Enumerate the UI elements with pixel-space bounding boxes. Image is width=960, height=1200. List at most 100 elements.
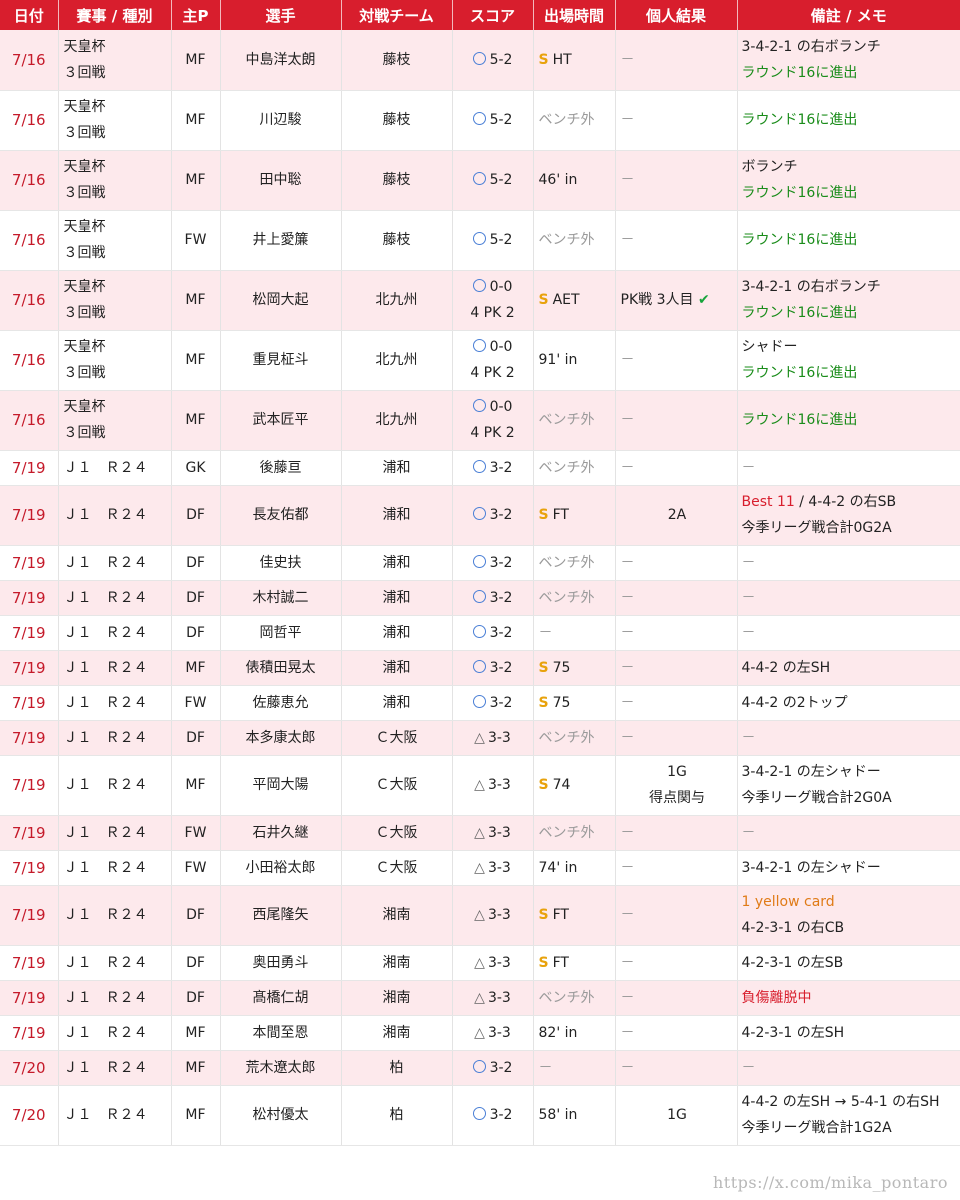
starter-badge: S bbox=[538, 292, 549, 308]
competition-line: 天皇杯 bbox=[63, 99, 106, 115]
memo-cell: ラウンド16に進出 bbox=[737, 390, 960, 451]
competition-cell: 天皇杯 ３回戦 bbox=[58, 270, 172, 331]
position-cell: MF bbox=[171, 650, 221, 686]
column-header: 備註 / メモ bbox=[737, 0, 960, 30]
score-value: 3-2 bbox=[489, 659, 513, 676]
player-cell: 平岡大陽 bbox=[220, 755, 342, 816]
memo-text: 4-4-2 の左SH → 5-4-1 の右SH bbox=[741, 1094, 940, 1110]
date-cell: 7/16 bbox=[0, 210, 59, 271]
memo-line: 今季リーグ戦合計1G2A bbox=[742, 1115, 958, 1141]
memo-line: 今季リーグ戦合計0G2A bbox=[742, 515, 958, 541]
column-header: 出場時間 bbox=[533, 0, 616, 30]
individual-result-line: － bbox=[620, 907, 635, 923]
memo-line: 4-4-2 の2トップ bbox=[742, 690, 958, 716]
table-row: 7/20 Ｊ１ Ｒ２４ MF 松村優太柏 3-2 58' in 1G 4-4-2 の左SH →… bbox=[0, 1085, 960, 1146]
score-cell: △ 3-3 bbox=[452, 720, 534, 756]
player-cell: 小田裕太郎 bbox=[220, 850, 342, 886]
competition-cell: Ｊ１ Ｒ２４ bbox=[58, 945, 172, 981]
score-cell: △ 3-3 bbox=[452, 755, 534, 816]
playing-time-cell: 74' in bbox=[533, 850, 616, 886]
column-header: 対戦チーム bbox=[341, 0, 453, 30]
playing-time-cell: S FT bbox=[533, 885, 616, 946]
individual-result-cell: － bbox=[615, 850, 738, 886]
table-row: 7/19 Ｊ１ Ｒ２４ DF 佳史扶 浦和 3-2 ベンチ外 － － bbox=[0, 545, 960, 581]
table-row: 7/19 Ｊ１ Ｒ２４ DF 髙橋仁胡 湘南 △ 3-3 ベンチ外－負傷離脱中 bbox=[0, 980, 960, 1016]
win-circle-icon bbox=[472, 339, 486, 352]
memo-text: 負傷離脱中 bbox=[741, 989, 812, 1006]
individual-result-cell: － bbox=[615, 615, 738, 651]
player-cell: 荒木遼太郎 bbox=[220, 1050, 342, 1086]
individual-result-line: － bbox=[620, 589, 635, 606]
competition-line: Ｊ１ Ｒ２４ bbox=[63, 954, 148, 971]
memo-line: シャドー bbox=[742, 334, 958, 360]
column-header: 個人結果 bbox=[615, 0, 738, 30]
opponent-cell: Ｃ大阪 bbox=[341, 815, 453, 851]
win-circle-icon bbox=[472, 279, 486, 292]
individual-result-line: － bbox=[620, 624, 635, 641]
playing-time-cell: ベンチ外 bbox=[533, 90, 616, 151]
playing-time-value: － bbox=[538, 1059, 553, 1076]
score-cell: 3-2 bbox=[452, 1050, 534, 1086]
score-value: 3-2 bbox=[489, 624, 513, 641]
player-cell: 佐藤恵允 bbox=[220, 685, 342, 721]
playing-time-value: ベンチ外 bbox=[538, 824, 595, 841]
opponent-cell: 藤枝 bbox=[341, 150, 453, 211]
memo-line: ラウンド16に進出 bbox=[742, 407, 958, 433]
competition-cell: Ｊ１ Ｒ２４ bbox=[58, 815, 172, 851]
memo-cell: － bbox=[737, 615, 960, 651]
starter-badge: S bbox=[538, 51, 549, 68]
score-line: 3-2 bbox=[456, 455, 530, 481]
memo-line: 負傷離脱中 bbox=[742, 985, 958, 1011]
individual-result-line: － bbox=[620, 729, 635, 746]
score-value: 3-2 bbox=[489, 459, 513, 476]
table-row: 7/19 Ｊ１ Ｒ２４ MF 俵積田晃太 浦和 3-2 S 75 － 4-4-2 の左SH bbox=[0, 650, 960, 686]
playing-time-value: 75 bbox=[552, 659, 571, 676]
memo-line: 3-4-2-1 の右ボランチ bbox=[742, 34, 958, 60]
memo-line: － bbox=[742, 820, 958, 846]
draw-triangle-icon: △ bbox=[474, 1024, 485, 1041]
win-circle-icon bbox=[472, 589, 486, 603]
score-cell: △ 3-3 bbox=[452, 980, 534, 1016]
memo-text: － bbox=[741, 554, 756, 571]
playing-time-value: FT bbox=[552, 954, 569, 971]
individual-result-line: 1G bbox=[667, 1107, 687, 1123]
position-cell: DF bbox=[171, 485, 221, 546]
competition-cell: Ｊ１ Ｒ２４ bbox=[58, 1050, 172, 1086]
memo-cell: － bbox=[737, 1050, 960, 1086]
memo-line: 3-4-2-1 の左シャドー bbox=[742, 759, 958, 785]
individual-result-cell: － bbox=[615, 450, 738, 486]
score-value: 3-3 bbox=[487, 907, 511, 923]
memo-text: 今季リーグ戦合計1G2A bbox=[741, 1120, 892, 1136]
win-circle-icon bbox=[472, 694, 486, 708]
score-line: 5-2 bbox=[456, 47, 530, 73]
memo-text: ラウンド16に進出 bbox=[741, 412, 858, 428]
opponent-cell: 北九州 bbox=[341, 390, 453, 451]
memo-line: 1 yellow card bbox=[742, 889, 958, 915]
player-cell: 井上愛簾 bbox=[220, 210, 342, 271]
competition-line: Ｊ１ Ｒ２４ bbox=[63, 507, 148, 523]
competition-cell: Ｊ１ Ｒ２４ bbox=[58, 885, 172, 946]
playing-time-cell: ベンチ外 bbox=[533, 980, 616, 1016]
position-cell: MF bbox=[171, 330, 221, 391]
opponent-cell: Ｃ大阪 bbox=[341, 720, 453, 756]
playing-time-cell: S 74 bbox=[533, 755, 616, 816]
memo-line: 4-2-3-1 の左SB bbox=[742, 950, 958, 976]
score-value: 0-0 bbox=[489, 399, 513, 415]
score-value: 3-2 bbox=[489, 1107, 513, 1123]
opponent-cell: 北九州 bbox=[341, 270, 453, 331]
individual-result-line: － bbox=[620, 51, 635, 68]
playing-time-value: FT bbox=[552, 907, 569, 923]
competition-cell: Ｊ１ Ｒ２４ bbox=[58, 580, 172, 616]
score-cell: 3-2 bbox=[452, 545, 534, 581]
competition-cell: Ｊ１ Ｒ２４ bbox=[58, 615, 172, 651]
win-circle-icon bbox=[472, 51, 486, 65]
date-cell: 7/19 bbox=[0, 1015, 59, 1051]
competition-line: 天皇杯 bbox=[63, 279, 106, 295]
position-cell: MF bbox=[171, 390, 221, 451]
memo-line: － bbox=[742, 620, 958, 646]
competition-cell: Ｊ１ Ｒ２４ bbox=[58, 485, 172, 546]
score-value: 3-2 bbox=[489, 1059, 513, 1076]
win-circle-icon bbox=[472, 624, 486, 638]
score-line: 3-2 bbox=[456, 1055, 530, 1081]
date-cell: 7/19 bbox=[0, 945, 59, 981]
